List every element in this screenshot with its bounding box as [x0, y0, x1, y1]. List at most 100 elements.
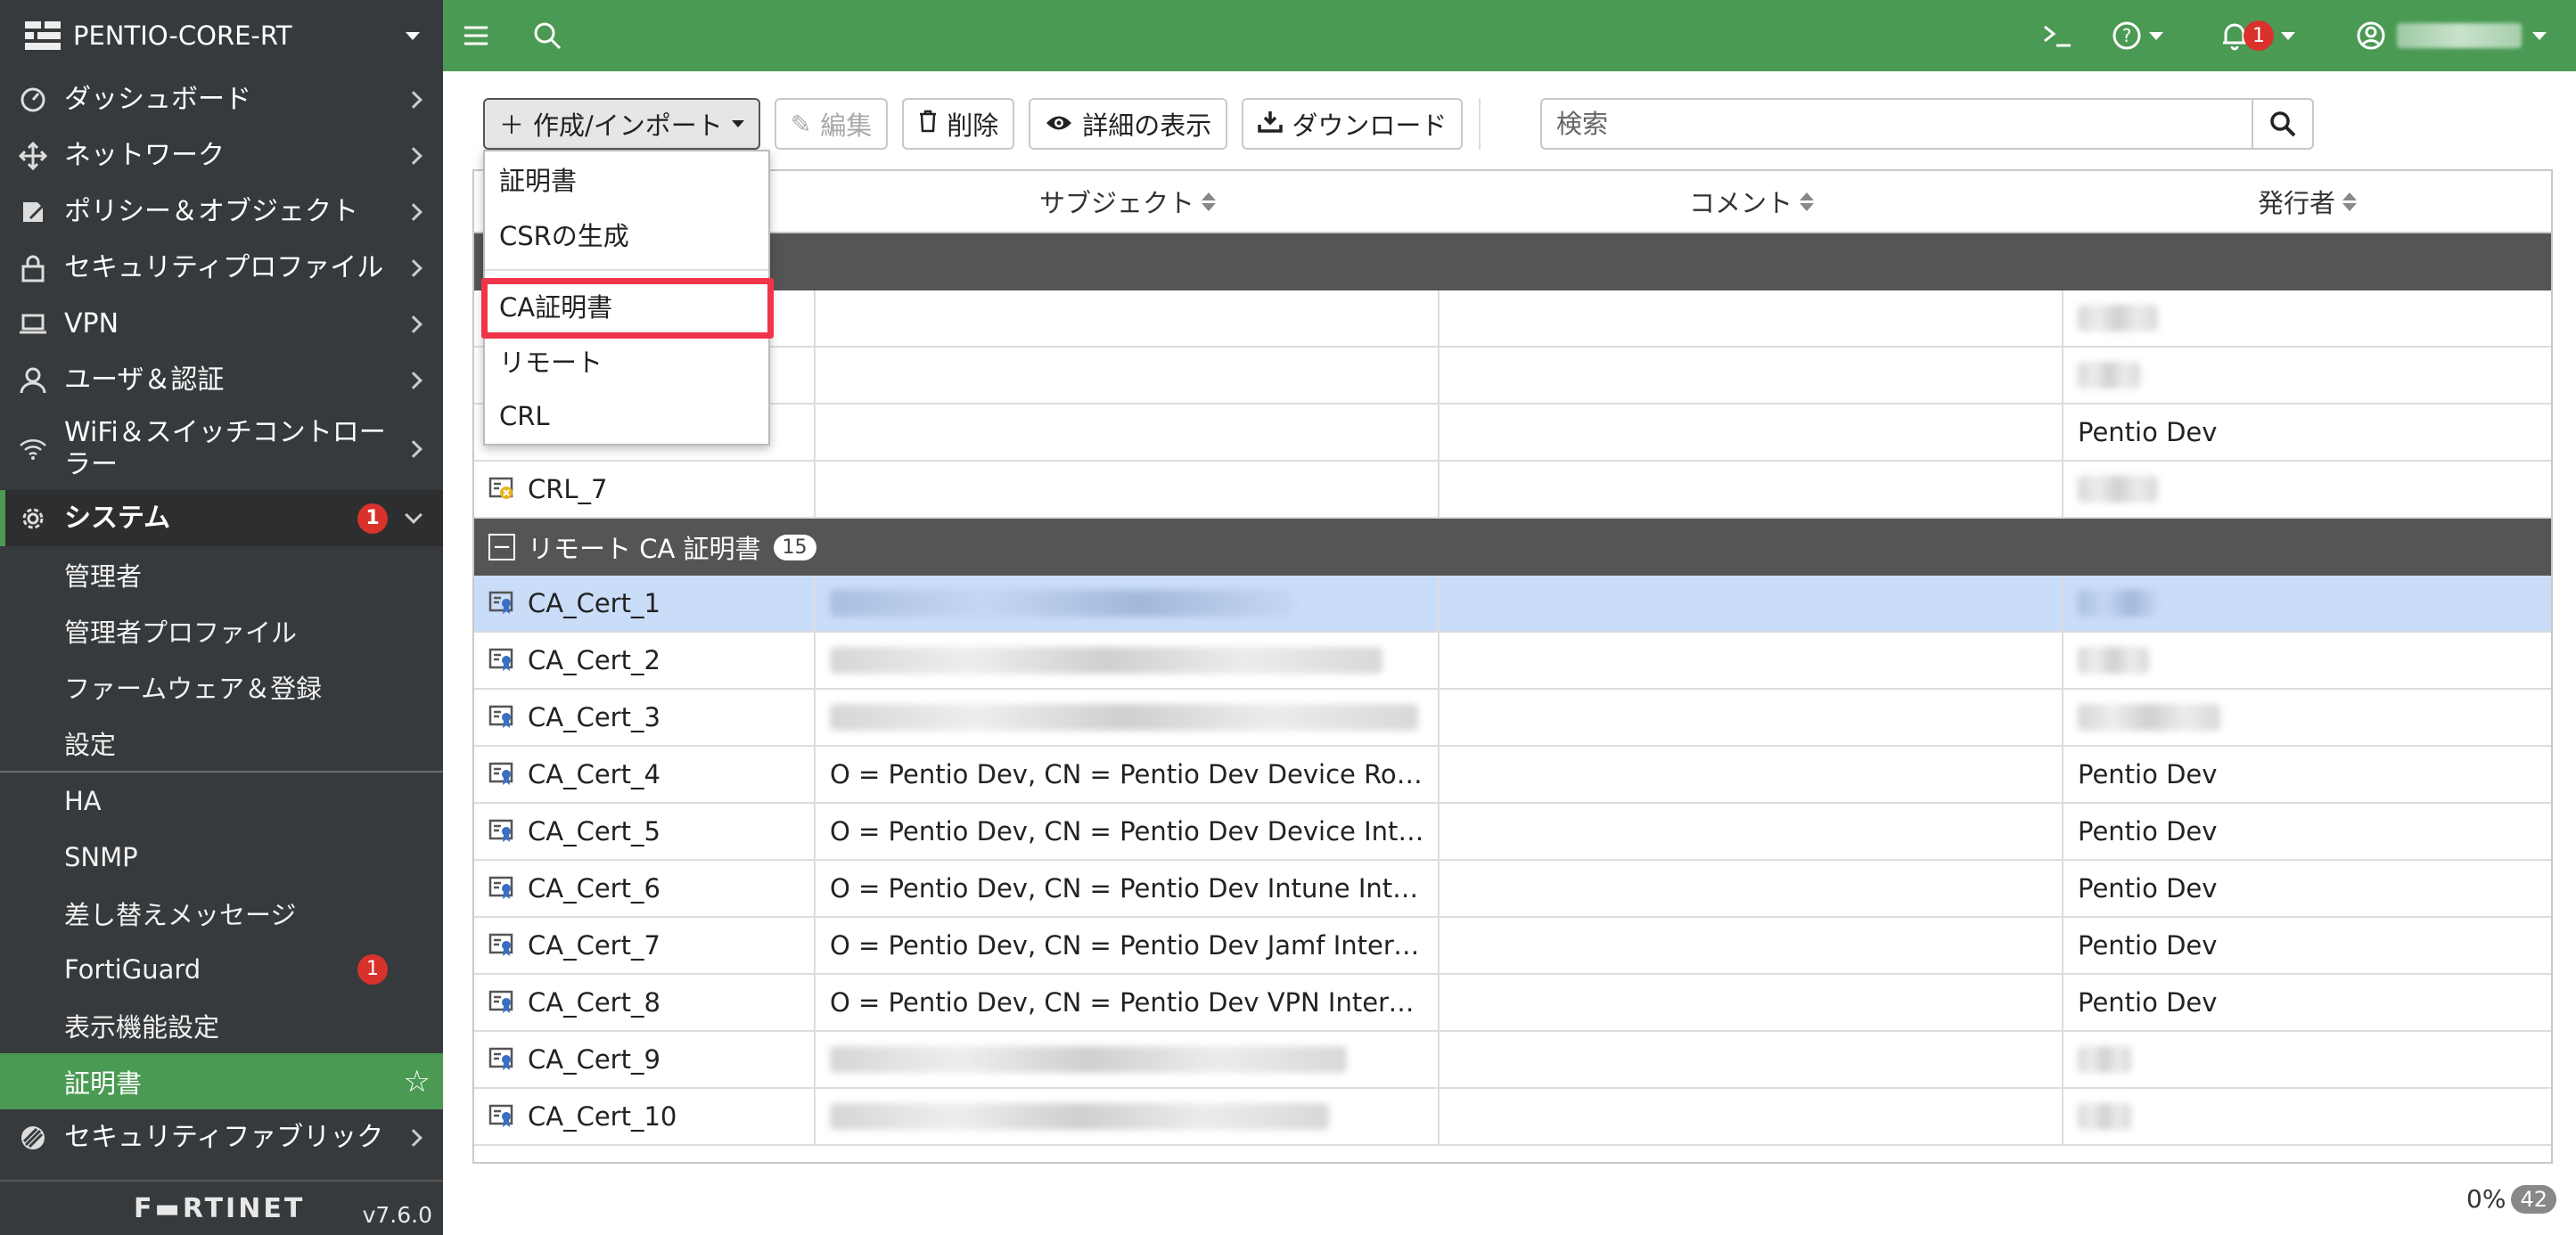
sidebar-subitem[interactable]: ファームウェア＆登録	[0, 658, 443, 715]
delete-button[interactable]: 削除	[902, 98, 1015, 150]
create-import-menu: 証明書 CSRの生成 CA証明書 リモート CRL	[483, 150, 770, 446]
cell-subject	[816, 576, 1440, 631]
chevron-right-icon	[405, 258, 422, 277]
issuer-text: Pentio Dev	[2078, 816, 2218, 847]
table-row[interactable]	[474, 290, 2551, 348]
cell-subject	[816, 290, 1440, 346]
cell-comment	[1440, 633, 2063, 688]
sidebar-subitem[interactable]: 管理者	[0, 546, 443, 602]
sidebar-subitem[interactable]: 設定	[0, 715, 443, 771]
table-row[interactable]: Pentio Dev	[474, 405, 2551, 462]
sidebar-item-policy[interactable]: ポリシー＆オブジェクト	[0, 184, 443, 240]
cell-subject: O = Pentio Dev, CN = Pentio Dev Jamf Int…	[816, 918, 1440, 973]
cell-subject: O = Pentio Dev, CN = Pentio Dev Device R…	[816, 747, 1440, 802]
table-row[interactable]: CA_Cert_6 O = Pentio Dev, CN = Pentio Dev…	[474, 861, 2551, 918]
sidebar-item-wifi[interactable]: WiFi＆スイッチコントローラー	[0, 408, 443, 490]
column-header-comment[interactable]: コメント	[1440, 171, 2063, 232]
sidebar-item-label: ポリシー＆オブジェクト	[64, 195, 358, 227]
cell-issuer	[2063, 1032, 2551, 1087]
menu-item-ca-certificate[interactable]: CA証明書	[485, 278, 768, 333]
notification-bell-icon[interactable]: 1	[2220, 18, 2295, 53]
sidebar-item-lock[interactable]: セキュリティプロファイル	[0, 240, 443, 296]
menu-item-crl[interactable]: CRL	[485, 388, 768, 444]
sidebar-subitem-label: 証明書	[64, 1067, 143, 1099]
sidebar-item-label: VPN	[64, 307, 119, 339]
cell-comment	[1440, 975, 2063, 1030]
column-header-subject[interactable]: サブジェクト	[816, 171, 1440, 232]
hamburger-menu-icon[interactable]	[463, 18, 489, 53]
sidebar-item-dashboard[interactable]: ダッシュボード	[0, 71, 443, 127]
toolbar-separator	[1479, 98, 1481, 150]
sidebar-subitem[interactable]: 管理者プロファイル	[0, 602, 443, 658]
chevron-right-icon	[405, 202, 422, 221]
sort-icon	[2342, 192, 2357, 211]
menu-item-remote[interactable]: リモート	[485, 333, 768, 388]
group-header-remote-ca[interactable]: − リモート CA 証明書 15	[474, 519, 2551, 576]
redacted-subject	[830, 1046, 1347, 1073]
fortinet-logo: F▬RTINET	[134, 1192, 306, 1224]
redacted-issuer	[2078, 590, 2158, 617]
create-import-button[interactable]: ＋ 作成/インポート	[483, 98, 760, 150]
column-header-issuer[interactable]: 発行者	[2063, 171, 2551, 232]
sidebar: PENTIO-CORE-RT ダッシュボード ネットワークポリシー＆オブジェクトセ…	[0, 0, 443, 1235]
menu-item-certificate[interactable]: 証明書	[485, 151, 768, 207]
certificate-table: サブジェクト コメント 発行者 Pentio Dev CRL_7 − リモート C…	[472, 169, 2553, 1164]
pencil-icon: ✎	[790, 109, 812, 139]
favorite-star-icon[interactable]: ☆	[404, 1064, 431, 1100]
group-header-local[interactable]	[474, 233, 2551, 290]
issuer-text: Pentio Dev	[2078, 759, 2218, 789]
search-icon[interactable]	[532, 18, 562, 53]
sidebar-footer: F▬RTINET v7.6.0	[0, 1180, 443, 1235]
sidebar-subitem[interactable]: FortiGuard 1	[0, 941, 443, 997]
table-row[interactable]: CA_Cert_2	[474, 633, 2551, 690]
sidebar-subitem[interactable]: HA	[0, 773, 443, 829]
certificate-name: CA_Cert_7	[528, 930, 660, 961]
sidebar-subitem-label: 表示機能設定	[64, 1011, 220, 1043]
total-count-badge: 42	[2511, 1184, 2556, 1214]
table-row[interactable]: CA_Cert_8 O = Pentio Dev, CN = Pentio Dev…	[474, 975, 2551, 1032]
cell-name: CA_Cert_4	[474, 747, 816, 802]
cli-console-icon[interactable]	[2042, 18, 2072, 53]
sidebar-item-system[interactable]: システム 1	[0, 490, 443, 546]
cell-issuer	[2063, 1089, 2551, 1144]
cell-subject	[816, 1032, 1440, 1087]
sidebar-subitem[interactable]: SNMP	[0, 829, 443, 885]
show-details-button[interactable]: 詳細の表示	[1029, 98, 1228, 150]
edit-button[interactable]: ✎ 編集	[774, 98, 889, 150]
cell-issuer: Pentio Dev	[2063, 918, 2551, 973]
sidebar-subitem[interactable]: 表示機能設定	[0, 997, 443, 1053]
dashboard-icon	[18, 85, 48, 115]
table-row[interactable]: CA_Cert_10	[474, 1089, 2551, 1146]
sidebar-subitem[interactable]: 証明書 ☆	[0, 1053, 443, 1109]
sidebar-subitem[interactable]: 差し替えメッセージ	[0, 885, 443, 941]
ca-certificate-icon	[488, 933, 515, 958]
menu-item-generate-csr[interactable]: CSRの生成	[485, 207, 768, 262]
sidebar-item-user[interactable]: ユーザ＆認証	[0, 352, 443, 408]
table-row[interactable]: CRL_7	[474, 462, 2551, 519]
issuer-text: Pentio Dev	[2078, 873, 2218, 904]
table-row[interactable]: CA_Cert_4 O = Pentio Dev, CN = Pentio Dev…	[474, 747, 2551, 804]
table-row[interactable]	[474, 348, 2551, 405]
download-button[interactable]: ダウンロード	[1242, 98, 1464, 150]
crl-icon	[488, 477, 515, 502]
table-row[interactable]: CA_Cert_1	[474, 576, 2551, 633]
device-selector[interactable]: PENTIO-CORE-RT	[0, 0, 443, 71]
cell-comment	[1440, 804, 2063, 859]
search-button[interactable]	[2252, 100, 2312, 148]
table-row[interactable]: CA_Cert_7 O = Pentio Dev, CN = Pentio Dev…	[474, 918, 2551, 975]
user-menu[interactable]	[2356, 18, 2547, 53]
table-row[interactable]: CA_Cert_5 O = Pentio Dev, CN = Pentio Dev…	[474, 804, 2551, 861]
table-row[interactable]: CA_Cert_9	[474, 1032, 2551, 1089]
sidebar-item-laptop[interactable]: VPN	[0, 296, 443, 352]
cell-issuer: Pentio Dev	[2063, 405, 2551, 460]
subject-text: O = Pentio Dev, CN = Pentio Dev Device I…	[830, 816, 1427, 847]
help-icon[interactable]: ?	[2112, 18, 2163, 53]
cell-comment	[1440, 1032, 2063, 1087]
collapse-icon[interactable]: −	[488, 534, 515, 560]
table-row[interactable]: CA_Cert_3	[474, 690, 2551, 747]
sidebar-item-security-fabric[interactable]: セキュリティファブリック	[0, 1109, 443, 1165]
search-input[interactable]	[1542, 100, 2252, 148]
sidebar-item-network[interactable]: ネットワーク	[0, 127, 443, 184]
redacted-issuer	[2078, 1103, 2131, 1130]
certificate-name: CA_Cert_8	[528, 987, 660, 1018]
